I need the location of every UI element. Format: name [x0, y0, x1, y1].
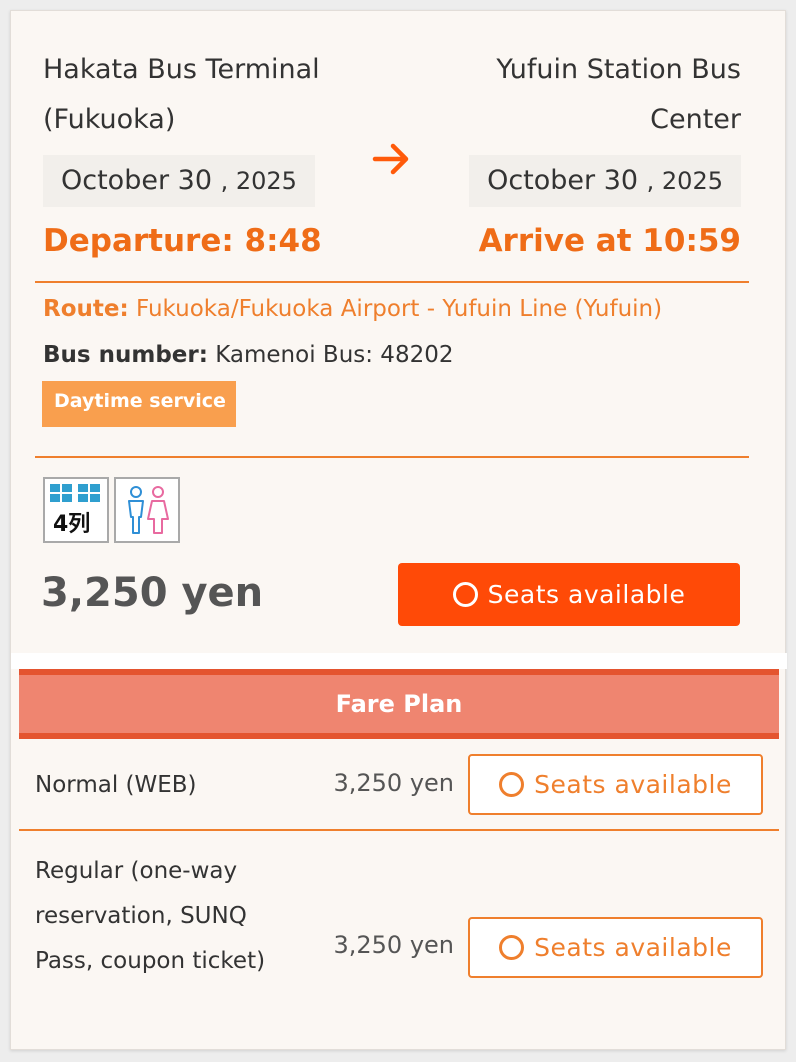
route-value: Fukuoka/Fukuoka Airport - Yufuin Line (Y…	[136, 296, 663, 322]
seats-available-label: Seats available	[487, 580, 686, 609]
four-row-seats-graphic: 4列	[50, 484, 100, 537]
fare-price: 3,250 yen	[333, 931, 454, 959]
fare-plan-header: Fare Plan	[19, 669, 779, 739]
fare-seats-available-button[interactable]: Seats available	[468, 917, 763, 978]
arrow-right-icon	[372, 143, 409, 175]
circle-icon	[452, 582, 478, 607]
arrival-date-year: , 2025	[646, 167, 723, 195]
fare-name: Normal (WEB)	[35, 772, 197, 798]
departure-time: Departure: 8:48	[43, 223, 322, 259]
route-line: Route: Fukuoka/Fukuoka Airport - Yufuin …	[43, 291, 662, 327]
seats-available-label: Seats available	[534, 770, 732, 799]
bus-number-label: Bus number:	[43, 342, 208, 368]
restroom-graphic	[128, 486, 169, 534]
seat-row-count: 4列	[53, 512, 90, 537]
restroom-icon	[114, 477, 180, 543]
seats-available-button[interactable]: Seats available	[398, 563, 740, 626]
departure-date-day: October 30	[61, 165, 212, 196]
fare-row: Regular (one-way reservation, SUNQ Pass,…	[19, 831, 779, 1051]
service-badge: Daytime service	[42, 381, 236, 427]
lowest-price: 3,250 yen	[41, 570, 264, 616]
circle-icon	[499, 935, 525, 960]
four-row-seats-icon: 4列	[43, 477, 109, 543]
bus-result-card: Hakata Bus Terminal (Fukuoka) Yufuin Sta…	[10, 10, 787, 1051]
divider	[35, 456, 749, 458]
seats-available-label: Seats available	[534, 933, 732, 962]
route-label: Route:	[43, 296, 129, 322]
fare-price: 3,250 yen	[333, 769, 454, 797]
departure-place: Hakata Bus Terminal (Fukuoka)	[43, 54, 320, 135]
arrival-date: October 30 , 2025	[469, 155, 741, 207]
arrival-place: Yufuin Station Bus Center	[496, 54, 741, 135]
departure-date-year: , 2025	[220, 167, 297, 195]
section-gap	[11, 653, 787, 669]
fare-seats-available-button[interactable]: Seats available	[468, 754, 763, 815]
bus-number-line: Bus number: Kamenoi Bus: 48202	[43, 337, 453, 373]
fare-name: Regular (one-way reservation, SUNQ Pass,…	[35, 858, 266, 974]
fare-row: Normal (WEB) 3,250 yen Seats available	[19, 739, 779, 831]
circle-icon	[499, 772, 525, 797]
arrival-date-day: October 30	[487, 165, 639, 196]
departure-date: October 30 , 2025	[43, 155, 315, 207]
bus-number-value: Kamenoi Bus: 48202	[215, 342, 454, 368]
arrival-time: Arrive at 10:59	[478, 223, 741, 259]
trip-summary: Hakata Bus Terminal (Fukuoka) Yufuin Sta…	[11, 11, 787, 653]
divider	[35, 281, 749, 283]
